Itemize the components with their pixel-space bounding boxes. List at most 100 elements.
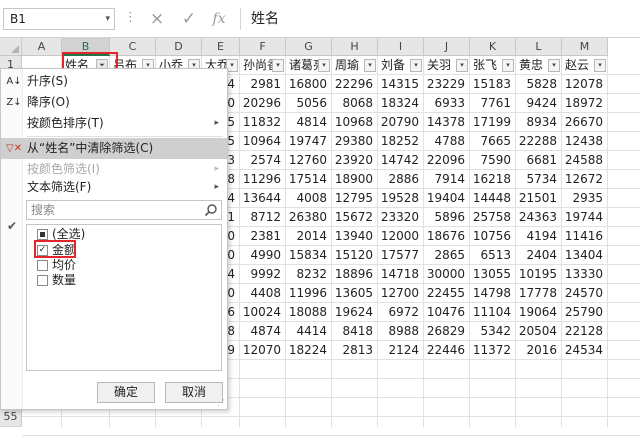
- data-cell[interactable]: 13404: [562, 246, 608, 265]
- column-header[interactable]: M: [562, 38, 608, 56]
- data-cell[interactable]: 4990: [240, 246, 286, 265]
- data-cell[interactable]: 10968: [332, 113, 378, 132]
- resize-grip-icon[interactable]: ⋰: [217, 399, 225, 407]
- cancel-button[interactable]: 取消: [165, 382, 223, 403]
- data-cell[interactable]: 5896: [424, 208, 470, 227]
- data-cell[interactable]: 5734: [516, 170, 562, 189]
- data-cell[interactable]: 24588: [562, 151, 608, 170]
- data-cell[interactable]: 17778: [516, 284, 562, 303]
- data-cell[interactable]: 12078: [562, 75, 608, 94]
- data-cell[interactable]: 13644: [240, 189, 286, 208]
- data-cell[interactable]: 12438: [562, 132, 608, 151]
- data-cell[interactable]: 18252: [378, 132, 424, 151]
- data-cell[interactable]: 11104: [470, 303, 516, 322]
- filter-search-input[interactable]: 搜索: [26, 200, 222, 220]
- column-header[interactable]: F: [240, 38, 286, 56]
- data-cell[interactable]: 12000: [378, 227, 424, 246]
- data-cell[interactable]: 8712: [240, 208, 286, 227]
- data-cell[interactable]: 12760: [286, 151, 332, 170]
- column-header[interactable]: I: [378, 38, 424, 56]
- data-cell[interactable]: 18972: [562, 94, 608, 113]
- data-cell[interactable]: 19064: [516, 303, 562, 322]
- data-cell[interactable]: 24363: [516, 208, 562, 227]
- data-cell[interactable]: 8418: [332, 322, 378, 341]
- data-cell[interactable]: 11372: [470, 341, 516, 360]
- data-cell[interactable]: 24534: [562, 341, 608, 360]
- data-cell[interactable]: 14742: [378, 151, 424, 170]
- data-cell[interactable]: 5056: [286, 94, 332, 113]
- data-cell[interactable]: 8988: [378, 322, 424, 341]
- cancel-icon[interactable]: ×: [144, 6, 170, 32]
- data-cell[interactable]: 12700: [378, 284, 424, 303]
- data-cell[interactable]: 12672: [562, 170, 608, 189]
- data-cell[interactable]: 6972: [378, 303, 424, 322]
- column-header[interactable]: L: [516, 38, 562, 56]
- data-cell[interactable]: 4874: [240, 322, 286, 341]
- data-cell[interactable]: 13330: [562, 265, 608, 284]
- data-cell[interactable]: 18900: [332, 170, 378, 189]
- data-cell[interactable]: 17577: [378, 246, 424, 265]
- data-cell[interactable]: 11416: [562, 227, 608, 246]
- data-cell[interactable]: 6933: [424, 94, 470, 113]
- data-cell[interactable]: 17199: [470, 113, 516, 132]
- header-cell[interactable]: 张飞: [470, 56, 502, 75]
- data-cell[interactable]: 16218: [470, 170, 516, 189]
- data-cell[interactable]: 29380: [332, 132, 378, 151]
- data-cell[interactable]: 25790: [562, 303, 608, 322]
- data-cell[interactable]: 10964: [240, 132, 286, 151]
- select-all-checkbox[interactable]: [37, 229, 48, 240]
- header-cell[interactable]: 孙尚香: [240, 56, 272, 75]
- data-cell[interactable]: 18224: [286, 341, 332, 360]
- data-cell[interactable]: 15672: [332, 208, 378, 227]
- data-cell[interactable]: 10476: [424, 303, 470, 322]
- data-cell[interactable]: 2014: [286, 227, 332, 246]
- data-cell[interactable]: 21501: [516, 189, 562, 208]
- data-cell[interactable]: 4414: [286, 322, 332, 341]
- header-cell[interactable]: 周瑜: [332, 56, 364, 75]
- data-cell[interactable]: 2813: [332, 341, 378, 360]
- data-cell[interactable]: 6681: [516, 151, 562, 170]
- data-cell[interactable]: 19528: [378, 189, 424, 208]
- data-cell[interactable]: 22446: [424, 341, 470, 360]
- data-cell[interactable]: 5828: [516, 75, 562, 94]
- sort-by-color-item[interactable]: 按颜色排序(T) ▸: [1, 113, 227, 134]
- data-cell[interactable]: 18088: [286, 303, 332, 322]
- data-cell[interactable]: 11996: [286, 284, 332, 303]
- data-cell[interactable]: 15183: [470, 75, 516, 94]
- data-cell[interactable]: 12795: [332, 189, 378, 208]
- data-cell[interactable]: 13940: [332, 227, 378, 246]
- data-cell[interactable]: 22455: [424, 284, 470, 303]
- data-cell[interactable]: 2124: [378, 341, 424, 360]
- column-header[interactable]: A: [22, 38, 62, 56]
- data-cell[interactable]: 9992: [240, 265, 286, 284]
- data-cell[interactable]: 5342: [470, 322, 516, 341]
- filter-dropdown-icon[interactable]: ▾: [502, 59, 514, 72]
- enter-icon[interactable]: ✓: [176, 6, 202, 32]
- data-cell[interactable]: 7914: [424, 170, 470, 189]
- column-header[interactable]: K: [470, 38, 516, 56]
- data-cell[interactable]: 22128: [562, 322, 608, 341]
- header-cell[interactable]: 关羽: [424, 56, 456, 75]
- data-cell[interactable]: 26829: [424, 322, 470, 341]
- data-cell[interactable]: 18676: [424, 227, 470, 246]
- name-box[interactable]: B1 ▾: [3, 8, 115, 30]
- data-cell[interactable]: 10195: [516, 265, 562, 284]
- formula-input[interactable]: 姓名: [240, 8, 638, 30]
- data-cell[interactable]: 17514: [286, 170, 332, 189]
- data-cell[interactable]: 11296: [240, 170, 286, 189]
- data-cell[interactable]: 10024: [240, 303, 286, 322]
- data-cell[interactable]: 22288: [516, 132, 562, 151]
- data-cell[interactable]: 22096: [424, 151, 470, 170]
- data-cell[interactable]: 8232: [286, 265, 332, 284]
- data-cell[interactable]: 2981: [240, 75, 286, 94]
- data-cell[interactable]: 20790: [378, 113, 424, 132]
- data-cell[interactable]: 7590: [470, 151, 516, 170]
- data-cell[interactable]: 2574: [240, 151, 286, 170]
- column-header[interactable]: J: [424, 38, 470, 56]
- data-cell[interactable]: 14798: [470, 284, 516, 303]
- data-cell[interactable]: 13605: [332, 284, 378, 303]
- clear-filter-item[interactable]: ▽✕ 从“姓名”中清除筛选(C): [1, 138, 227, 159]
- data-cell[interactable]: 20504: [516, 322, 562, 341]
- avg-price-checkbox[interactable]: [37, 260, 48, 271]
- data-cell[interactable]: 23229: [424, 75, 470, 94]
